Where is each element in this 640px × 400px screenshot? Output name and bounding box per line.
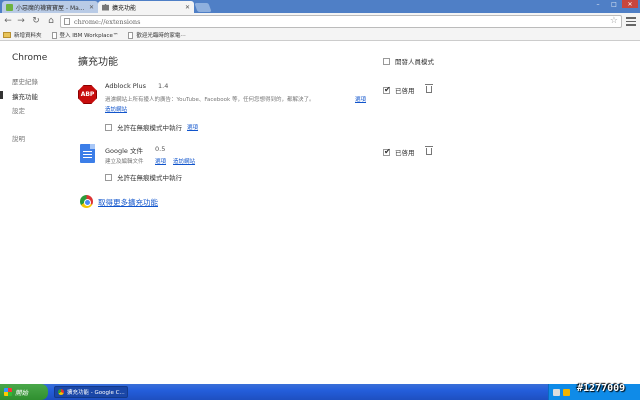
- enable-checkbox[interactable]: [383, 85, 391, 94]
- extension-version: 0.5: [155, 145, 166, 153]
- bookmark-label: 登入 IBM Workplace™: [59, 33, 119, 39]
- chrome-icon: [58, 389, 64, 395]
- extension-name: Adblock Plus: [105, 82, 147, 90]
- windows-flag-icon: [4, 388, 12, 396]
- trash-icon[interactable]: [425, 84, 433, 93]
- sidebar-item-settings[interactable]: 設定: [12, 105, 25, 115]
- maximize-icon[interactable]: □: [606, 0, 622, 8]
- sidebar-brand: Chrome: [12, 53, 48, 63]
- taskbar-item-chrome[interactable]: 擴充功能 - Google C...: [54, 386, 128, 398]
- google-docs-icon: [80, 144, 95, 163]
- reload-icon[interactable]: ↻: [30, 16, 42, 27]
- extension-description: 過濾網站上所有擾人的廣告：YouTube、Facebook 等，任何您想得到的，…: [105, 97, 315, 103]
- incognito-option[interactable]: 允許在無痕模式中執行 選項: [105, 122, 198, 132]
- watermark: #1277009: [577, 383, 626, 394]
- incognito-checkbox[interactable]: [105, 123, 112, 131]
- bookmark-ibm[interactable]: 登入 IBM Workplace™: [51, 31, 119, 39]
- back-arrow-icon[interactable]: ←: [2, 16, 14, 27]
- bookmark-label: 歡迎光臨時的家電⋯: [136, 33, 186, 39]
- developer-mode-checkbox[interactable]: [383, 57, 390, 65]
- extension-options-link[interactable]: 選項: [155, 157, 166, 165]
- developer-mode-label: 開發人員模式: [395, 58, 434, 66]
- start-label: 開始: [15, 389, 28, 397]
- page-title: 擴充功能: [78, 57, 118, 68]
- taskbar: 開始 擴充功能 - Google C...: [0, 384, 640, 400]
- address-bar[interactable]: chrome://extensions ☆: [60, 15, 622, 28]
- enable-checkbox[interactable]: [383, 147, 391, 156]
- incognito-option[interactable]: 允許在無痕模式中執行: [105, 172, 182, 182]
- menu-icon[interactable]: [626, 17, 636, 26]
- chrome-web-store-icon: [80, 195, 93, 208]
- tray-volume-icon[interactable]: [563, 388, 570, 396]
- home-icon[interactable]: ⌂: [45, 16, 57, 27]
- selected-marker: [0, 91, 3, 99]
- extension-visit-site-link[interactable]: 造訪網站: [105, 105, 127, 113]
- blog-favicon-icon: [6, 3, 13, 11]
- sidebar-item-help[interactable]: 說明: [12, 133, 25, 143]
- page-icon: [51, 31, 57, 39]
- extension-description: 建立及編輯文件: [105, 159, 144, 165]
- sidebar-item-extensions[interactable]: 擴充功能: [12, 91, 38, 101]
- sidebar-item-history[interactable]: 歷史紀錄: [12, 76, 38, 86]
- minimize-icon[interactable]: –: [590, 0, 606, 8]
- incognito-checkbox[interactable]: [105, 173, 112, 181]
- taskbar-item-label: 擴充功能 - Google C...: [67, 390, 125, 396]
- close-window-icon[interactable]: ✕: [622, 0, 638, 8]
- new-tab-button[interactable]: [194, 3, 212, 12]
- address-url[interactable]: chrome://extensions: [74, 18, 140, 26]
- bookmark-star-icon[interactable]: ☆: [610, 17, 618, 26]
- developer-mode-toggle[interactable]: 開發人員模式: [383, 56, 434, 66]
- tab-strip: 小惡魔的襪寶寶屋 - Ma... ✕ 擴充功能 ✕ – □ ✕: [0, 0, 640, 13]
- bookmark-label: 新增資料夾: [14, 33, 42, 39]
- forward-arrow-icon[interactable]: →: [15, 16, 27, 27]
- enable-label: 已啓用: [395, 149, 415, 157]
- extensions-page: Chrome 歷史紀錄 擴充功能 設定 說明 擴充功能 開發人員模式 ABP A…: [0, 41, 640, 384]
- start-button[interactable]: 開始: [0, 384, 48, 400]
- extension-options-link[interactable]: 選項: [355, 95, 366, 103]
- tray-network-icon[interactable]: [553, 388, 560, 396]
- page-icon: [64, 18, 70, 25]
- incognito-options-link[interactable]: 選項: [187, 123, 198, 131]
- extension-visit-site-link[interactable]: 造訪網站: [173, 157, 195, 165]
- incognito-label: 允許在無痕模式中執行: [117, 124, 182, 132]
- extension-version: 1.4: [158, 82, 169, 90]
- close-tab-icon[interactable]: ✕: [89, 4, 94, 11]
- enable-label: 已啓用: [395, 87, 415, 95]
- trash-icon[interactable]: [425, 146, 433, 155]
- tab-label: 小惡魔的襪寶寶屋 - Ma...: [16, 4, 85, 12]
- toolbar: ← → ↻ ⌂ chrome://extensions ☆: [0, 13, 640, 30]
- folder-icon: [3, 32, 11, 38]
- adblock-plus-icon: ABP: [78, 85, 97, 104]
- get-more-extensions-link[interactable]: 取得更多擴充功能: [98, 197, 158, 208]
- bookmark-home[interactable]: 歡迎光臨時的家電⋯: [128, 31, 186, 39]
- tab-blog[interactable]: 小惡魔的襪寶寶屋 - Ma... ✕: [2, 1, 98, 13]
- bookmark-folder[interactable]: 新增資料夾: [3, 31, 42, 39]
- tab-label: 擴充功能: [112, 4, 137, 12]
- tab-extensions[interactable]: 擴充功能 ✕: [98, 1, 194, 13]
- puzzle-icon: [102, 3, 109, 11]
- extension-enable-toggle[interactable]: 已啓用: [383, 85, 415, 95]
- page-icon: [128, 31, 134, 39]
- extension-name: Google 文件: [105, 147, 143, 155]
- incognito-label: 允許在無痕模式中執行: [117, 174, 182, 182]
- bookmarks-bar: 新增資料夾 登入 IBM Workplace™ 歡迎光臨時的家電⋯: [0, 30, 640, 41]
- close-tab-icon[interactable]: ✕: [185, 4, 190, 11]
- extension-enable-toggle[interactable]: 已啓用: [383, 147, 415, 157]
